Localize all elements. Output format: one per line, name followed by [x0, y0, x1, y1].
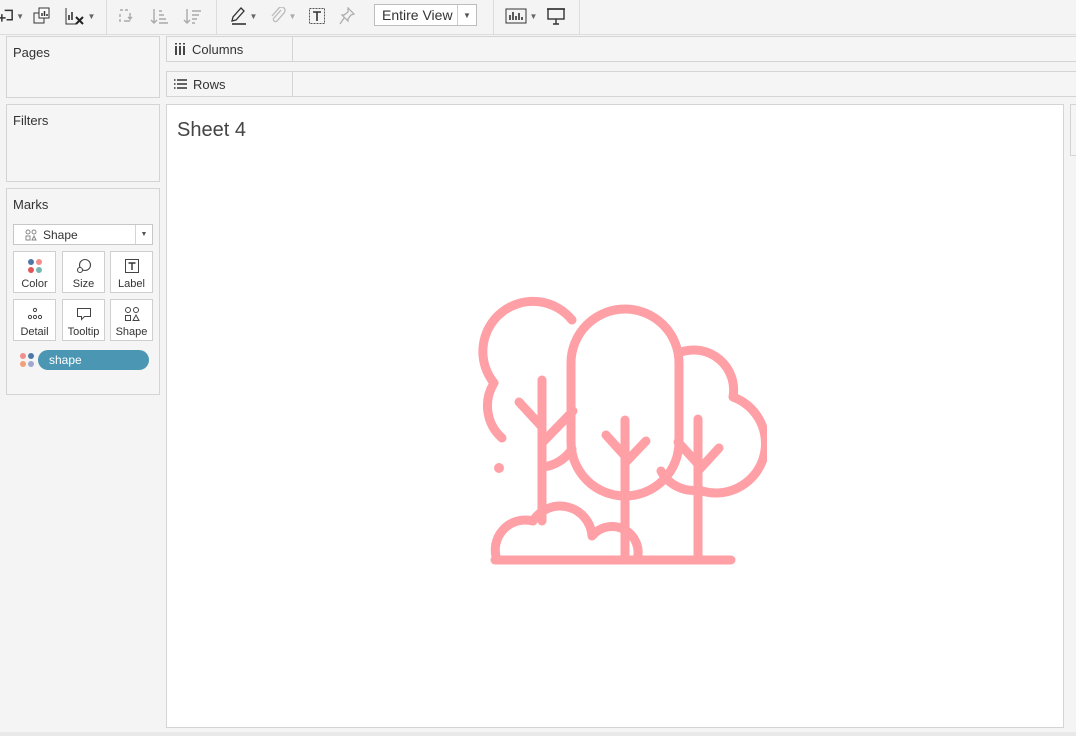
toolbar: ▼ ▼ ▼ ▼ Entire View ▼ ▼: [0, 0, 1076, 35]
rows-shelf-label: Rows: [167, 72, 293, 96]
rows-label: Rows: [193, 76, 226, 92]
fit-dropdown-value: Entire View: [382, 7, 453, 23]
tooltip-label: Tooltip: [67, 326, 100, 338]
show-mark-labels-icon: [309, 8, 325, 24]
swap-rows-columns-icon: [119, 9, 133, 22]
presentation-mode-icon: [547, 8, 565, 25]
label-label: Label: [118, 278, 145, 290]
duplicate-sheet-icon: [33, 7, 50, 24]
shape-label: Shape: [115, 326, 148, 338]
color-label: Color: [21, 278, 48, 290]
pages-card[interactable]: Pages: [6, 36, 160, 98]
rows-shelf[interactable]: Rows: [166, 71, 1076, 97]
tooltip-button[interactable]: Tooltip: [62, 299, 105, 341]
columns-label: Columns: [192, 41, 244, 57]
shape-icon: [124, 307, 140, 321]
sort-ascending-button[interactable]: [149, 5, 171, 27]
columns-shelf[interactable]: Columns: [166, 36, 1076, 62]
detail-icon: [27, 307, 42, 320]
size-button[interactable]: Size: [62, 251, 105, 293]
group-members-icon: [271, 7, 286, 23]
marks-title: Marks: [13, 197, 49, 212]
mark-type-value: Shape: [43, 227, 78, 242]
new-worksheet-icon: [0, 9, 13, 22]
color-encoding-icon: [20, 353, 34, 367]
pin-axes-icon: [339, 7, 355, 25]
chevron-down-icon: ▼: [457, 5, 476, 25]
pin-axes-button[interactable]: [337, 5, 357, 27]
sheet-tabs-bar: [0, 732, 1076, 736]
filters-title: Filters: [13, 113, 49, 128]
shape-button[interactable]: Shape: [110, 299, 153, 341]
highlight-icon: [230, 7, 246, 25]
shape-mark-icon: [25, 229, 37, 240]
swap-rows-columns-button[interactable]: [117, 5, 137, 27]
toolbar-separator: [493, 0, 494, 34]
filters-card[interactable]: Filters: [6, 104, 160, 182]
rows-icon: [174, 79, 187, 89]
color-icon: [27, 259, 42, 273]
show-mark-labels-button[interactable]: [307, 5, 327, 27]
chevron-down-icon: ▼: [135, 225, 152, 244]
sort-ascending-icon: [150, 9, 168, 24]
new-worksheet-button[interactable]: ▼: [0, 5, 24, 27]
size-label: Size: [72, 278, 95, 290]
clear-sheet-button[interactable]: ▼: [62, 5, 98, 27]
sort-descending-button[interactable]: [182, 5, 204, 27]
sheet-title[interactable]: Sheet 4: [177, 119, 246, 142]
tooltip-icon: [76, 308, 91, 321]
show-me-icon: [505, 8, 527, 24]
detail-button[interactable]: Detail: [13, 299, 56, 341]
presentation-mode-button[interactable]: [545, 5, 567, 27]
shape-field-pill[interactable]: shape: [38, 350, 149, 370]
pages-title: Pages: [13, 45, 50, 60]
detail-label: Detail: [20, 326, 49, 338]
legend-card-edge: [1070, 104, 1076, 156]
toolbar-separator: [579, 0, 580, 34]
fit-dropdown[interactable]: Entire View ▼: [374, 4, 477, 26]
clear-sheet-icon: [65, 8, 84, 25]
trees-icon[interactable]: [467, 295, 767, 575]
color-button[interactable]: Color: [13, 251, 56, 293]
shape-field-pill-label: shape: [49, 353, 82, 367]
group-members-button[interactable]: ▼: [266, 5, 300, 27]
size-icon: [76, 258, 91, 274]
label-button[interactable]: Label: [110, 251, 153, 293]
marks-card: Marks Shape ▼ Color Size Label Detail To…: [6, 188, 160, 395]
worksheet-view[interactable]: Sheet 4: [166, 104, 1064, 728]
highlight-button[interactable]: ▼: [228, 5, 260, 27]
mark-type-dropdown[interactable]: Shape ▼: [13, 224, 153, 245]
toolbar-separator: [216, 0, 217, 34]
toolbar-separator: [106, 0, 107, 34]
show-me-button[interactable]: ▼: [504, 5, 538, 27]
sort-descending-icon: [183, 9, 201, 24]
columns-icon: [175, 43, 185, 55]
columns-shelf-label: Columns: [167, 37, 293, 61]
duplicate-sheet-button[interactable]: [32, 5, 52, 27]
label-icon: [124, 259, 139, 273]
